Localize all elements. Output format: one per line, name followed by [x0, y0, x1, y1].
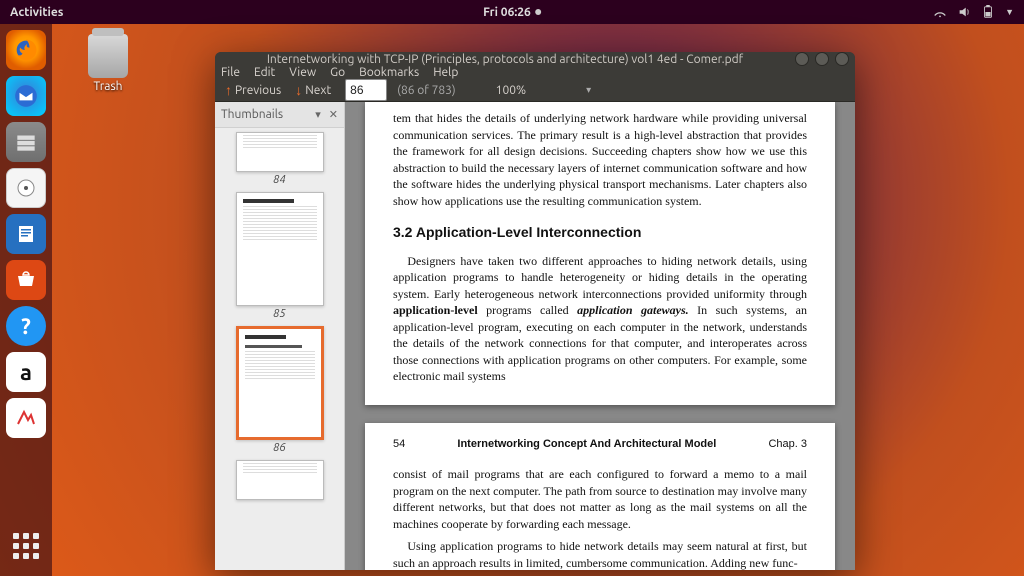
menu-file[interactable]: File [221, 66, 240, 79]
help-icon[interactable]: ? [6, 306, 46, 346]
activities-button[interactable]: Activities [10, 6, 63, 19]
trash-label: Trash [78, 80, 138, 93]
running-head: 54 Internetworking Concept And Architect… [393, 437, 807, 452]
page-53: tem that hides the details of underlying… [365, 102, 835, 405]
page-number-input[interactable] [345, 79, 387, 101]
menu-bar: File Edit View Go Bookmarks Help [215, 66, 855, 79]
zoom-selector[interactable]: 100% ▾ [496, 84, 591, 97]
menu-go[interactable]: Go [330, 66, 345, 79]
window-title: Internetworking with TCP-IP (Principles,… [221, 53, 789, 66]
running-title: Internetworking Concept And Architectura… [457, 437, 716, 452]
thumbnails-header: Thumbnails ▾ ✕ [215, 102, 344, 128]
previous-button[interactable]: ↑ Previous [225, 82, 281, 98]
chevron-down-icon: ▾ [586, 84, 591, 96]
thumbnails-panel: Thumbnails ▾ ✕ 84 85 86 [215, 102, 345, 570]
window-maximize-button[interactable] [815, 52, 829, 66]
menu-view[interactable]: View [289, 66, 316, 79]
pdf-viewer-window: Internetworking with TCP-IP (Principles,… [215, 52, 855, 570]
page-viewer[interactable]: tem that hides the details of underlying… [345, 102, 855, 570]
libreoffice-writer-icon[interactable] [6, 214, 46, 254]
thumbnail-85[interactable]: 85 [234, 192, 326, 320]
thumbnail-86[interactable]: 86 [234, 326, 326, 454]
files-icon[interactable] [6, 122, 46, 162]
launcher-dock: ? a [0, 24, 52, 576]
thumbnails-list[interactable]: 84 85 86 [215, 128, 344, 570]
arrow-up-icon: ↑ [225, 82, 232, 98]
clock[interactable]: Fri 06:26 [483, 6, 541, 19]
trash-desktop-icon[interactable]: Trash [78, 34, 138, 93]
menu-bookmarks[interactable]: Bookmarks [359, 66, 419, 79]
window-minimize-button[interactable] [795, 52, 809, 66]
menu-help[interactable]: Help [433, 66, 458, 79]
chapter-label: Chap. 3 [768, 437, 807, 452]
dot-icon [535, 9, 541, 15]
body-text: consist of mail programs that are each c… [393, 466, 807, 532]
network-icon[interactable] [933, 5, 947, 19]
thumbnail-87[interactable] [234, 460, 326, 500]
thumbnail-84[interactable]: 84 [234, 132, 326, 186]
thumbnail-label: 84 [234, 174, 326, 186]
thumbnail-label: 86 [234, 442, 326, 454]
trash-icon [88, 34, 128, 78]
section-heading: 3.2 Application-Level Interconnection [393, 223, 807, 242]
top-panel: Activities Fri 06:26 ▼ [0, 0, 1024, 24]
firefox-icon[interactable] [6, 30, 46, 70]
body-text: Using application programs to hide netwo… [393, 538, 807, 570]
activity-app-icon[interactable] [6, 398, 46, 438]
thunderbird-icon[interactable] [6, 76, 46, 116]
next-button[interactable]: ↓ Next [295, 82, 331, 98]
volume-icon[interactable] [957, 5, 971, 19]
thumbnail-label: 85 [234, 308, 326, 320]
ubuntu-software-icon[interactable] [6, 260, 46, 300]
page-number: 54 [393, 437, 405, 452]
rhythmbox-icon[interactable] [6, 168, 46, 208]
chevron-down-icon[interactable]: ▾ [315, 108, 321, 121]
chevron-down-icon[interactable]: ▼ [1005, 7, 1014, 17]
window-titlebar[interactable]: Internetworking with TCP-IP (Principles,… [215, 52, 855, 66]
toolbar: ↑ Previous ↓ Next (86 of 783) 100% ▾ [215, 79, 855, 102]
thumbnails-title: Thumbnails [221, 108, 283, 121]
show-applications-button[interactable] [6, 526, 46, 566]
page-54: 54 Internetworking Concept And Architect… [365, 423, 835, 570]
arrow-down-icon: ↓ [295, 82, 302, 98]
close-icon[interactable]: ✕ [329, 108, 338, 121]
amazon-icon[interactable]: a [6, 352, 46, 392]
body-text: Designers have taken two different appro… [393, 253, 807, 385]
content-area: Thumbnails ▾ ✕ 84 85 86 [215, 102, 855, 570]
body-text: tem that hides the details of underlying… [393, 110, 807, 209]
menu-edit[interactable]: Edit [254, 66, 275, 79]
battery-icon[interactable] [981, 5, 995, 19]
page-count-label: (86 of 783) [397, 84, 456, 97]
window-close-button[interactable] [835, 52, 849, 66]
